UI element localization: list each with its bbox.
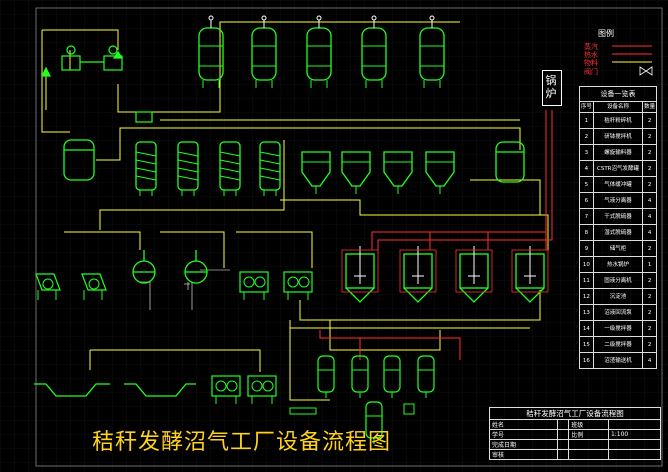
equipment-no: 15 — [579, 336, 594, 353]
title-block-label-name: 姓名 — [489, 419, 558, 430]
cad-drawing-canvas: 图例 蒸汽 热水 物料 阀门 锅炉 设备一览表 序号 设备名称 数量 1 秸秆粉碎… — [0, 0, 668, 472]
equipment-name: 湿式脱硫器 — [592, 224, 644, 241]
legend-title: 图例 — [598, 29, 614, 38]
equipment-name: 固液分离机 — [592, 272, 644, 289]
equipment-qty: 2 — [642, 272, 657, 289]
equipment-row: 8 湿式脱硫器 4 — [579, 224, 657, 241]
equipment-qty: 2 — [642, 320, 657, 337]
equipment-table-caption: 设备一览表 — [579, 86, 657, 101]
equipment-no: 5 — [579, 176, 594, 193]
equipment-name: 气体缓冲罐 — [592, 176, 644, 193]
table-header-qty: 数量 — [642, 101, 657, 113]
equipment-no: 8 — [579, 224, 594, 241]
equipment-no: 7 — [579, 208, 594, 225]
equipment-name: 沼渣输送机 — [592, 352, 644, 369]
equipment-qty: 2 — [642, 336, 657, 353]
flowchart-diagram — [0, 0, 668, 472]
equipment-table: 设备一览表 序号 设备名称 数量 1 秸秆粉碎机 2 2 研钵搅拌机 2 3 螺旋输料器 2 4 C… — [579, 86, 657, 369]
equipment-qty: 4 — [642, 208, 657, 225]
equipment-qty: 2 — [642, 128, 657, 145]
equipment-name: 一级搅拌器 — [592, 320, 644, 337]
equipment-qty: 2 — [642, 144, 657, 161]
equipment-qty: 2 — [642, 112, 657, 129]
equipment-no: 9 — [579, 240, 594, 257]
equipment-qty: 4 — [642, 224, 657, 241]
title-block-class-label: 班级 — [568, 419, 609, 430]
legend-label-valve: 阀门 — [584, 68, 598, 76]
equipment-row: 13 沼液回流泵 2 — [579, 304, 657, 321]
title-block-scale-value: 1:100 — [607, 429, 662, 440]
equipment-qty: 2 — [642, 240, 657, 257]
equipment-row: 1 秸秆粉碎机 2 — [579, 112, 657, 129]
equipment-row: 12 沉淀池 2 — [579, 288, 657, 305]
equipment-qty: 2 — [642, 176, 657, 193]
title-block: 秸秆发酵沼气工厂设备流程图 姓名 班级 学号 比例 1:100 完成日期 审核 — [489, 407, 662, 460]
equipment-no: 1 — [579, 112, 594, 129]
equipment-no: 6 — [579, 192, 594, 209]
equipment-no: 4 — [579, 160, 594, 177]
title-block-label-student-id: 学号 — [489, 429, 558, 440]
title-block-drawing-name: 秸秆发酵沼气工厂设备流程图 — [489, 407, 661, 420]
equipment-qty: 1 — [642, 256, 657, 273]
equipment-no: 2 — [579, 128, 594, 145]
equipment-no: 16 — [579, 352, 594, 369]
equipment-name: 储气柜 — [592, 240, 644, 257]
equipment-no: 11 — [579, 272, 594, 289]
equipment-row: 5 气体缓冲罐 2 — [579, 176, 657, 193]
table-header-name: 设备名称 — [592, 101, 644, 113]
equipment-name: 热水锅炉 — [592, 256, 644, 273]
equipment-no: 13 — [579, 304, 594, 321]
equipment-row: 11 固液分离机 2 — [579, 272, 657, 289]
equipment-row: 16 沼渣输送机 4 — [579, 352, 657, 369]
equipment-row: 4 CSTR沼气发酵罐 2 — [579, 160, 657, 177]
equipment-row: 10 热水锅炉 1 — [579, 256, 657, 273]
equipment-name: 气液分离器 — [592, 192, 644, 209]
equipment-no: 12 — [579, 288, 594, 305]
equipment-row: 15 二级搅拌器 2 — [579, 336, 657, 353]
title-block-scale-label: 比例 — [568, 429, 609, 440]
equipment-name: 沼液回流泵 — [592, 304, 644, 321]
equipment-no: 3 — [579, 144, 594, 161]
equipment-name: 研钵搅拌机 — [592, 128, 644, 145]
equipment-no: 14 — [579, 320, 594, 337]
equipment-row: 14 一级搅拌器 2 — [579, 320, 657, 337]
title-block-label-review: 审核 — [489, 449, 558, 460]
equipment-row: 3 螺旋输料器 2 — [579, 144, 657, 161]
equipment-qty: 2 — [642, 288, 657, 305]
equipment-name: 秸秆粉碎机 — [592, 112, 644, 129]
equipment-qty: 4 — [642, 192, 657, 209]
equipment-row: 2 研钵搅拌机 2 — [579, 128, 657, 145]
equipment-table-body: 1 秸秆粉碎机 2 2 研钵搅拌机 2 3 螺旋输料器 2 4 CSTR沼气发酵罐 2 5 气体缓冲罐 2 6… — [579, 112, 657, 369]
equipment-name: 螺旋输料器 — [592, 144, 644, 161]
equipment-qty: 2 — [642, 160, 657, 177]
equipment-qty: 4 — [642, 352, 657, 369]
equipment-row: 9 储气柜 2 — [579, 240, 657, 257]
drawing-title: 秸秆发酵沼气工厂设备流程图 — [92, 430, 392, 455]
boiler-label: 锅炉 — [545, 74, 557, 100]
equipment-name: 沉淀池 — [592, 288, 644, 305]
table-header-no: 序号 — [579, 101, 594, 113]
equipment-name: CSTR沼气发酵罐 — [592, 160, 644, 177]
equipment-row: 7 干式脱硫器 4 — [579, 208, 657, 225]
equipment-name: 干式脱硫器 — [592, 208, 644, 225]
equipment-name: 二级搅拌器 — [592, 336, 644, 353]
equipment-no: 10 — [579, 256, 594, 273]
equipment-qty: 2 — [642, 304, 657, 321]
equipment-row: 6 气液分离器 4 — [579, 192, 657, 209]
title-block-label-date: 完成日期 — [489, 439, 558, 450]
